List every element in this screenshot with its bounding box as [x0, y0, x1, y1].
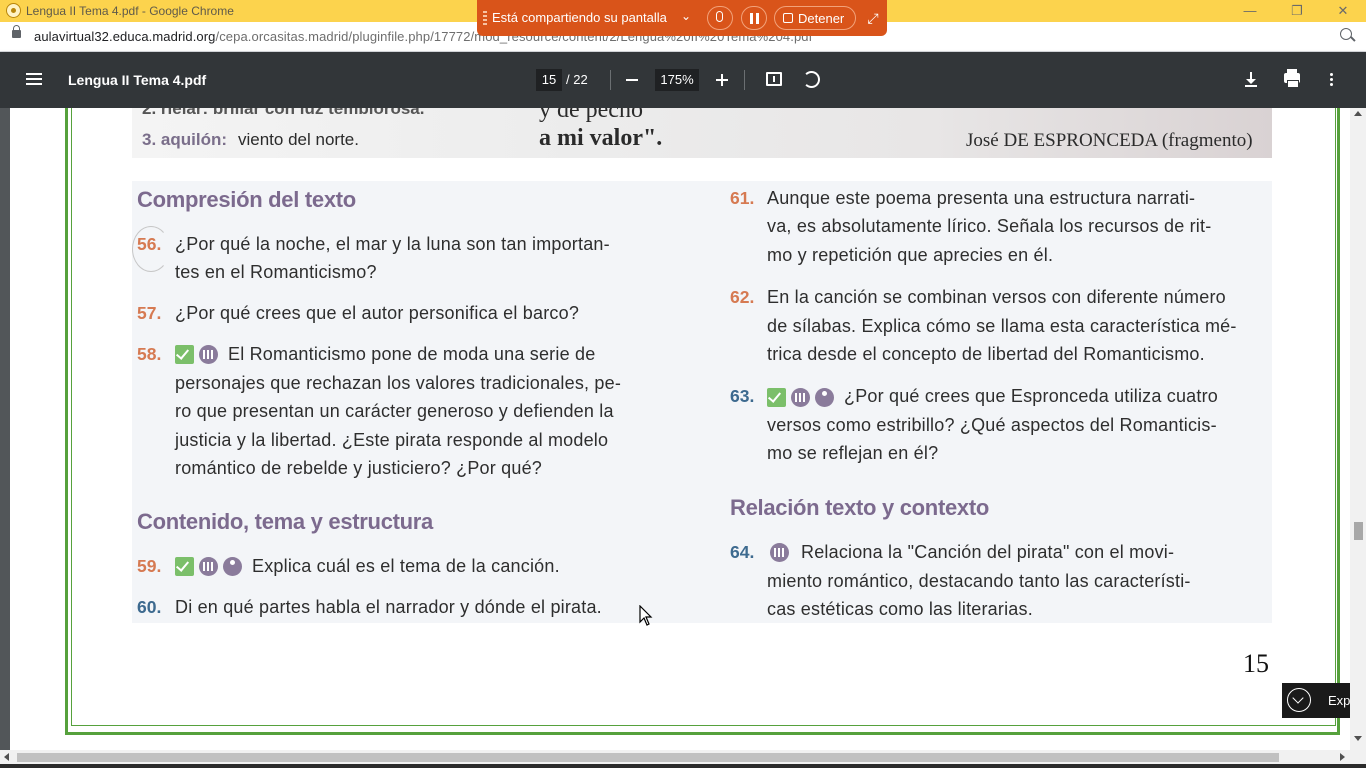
site-favicon-icon	[6, 3, 21, 18]
question-59-line-1: Explica cuál es el tema de la canción.	[252, 556, 560, 576]
question-58-number: 58.	[137, 344, 162, 364]
zoom-level-input[interactable]: 175%	[655, 69, 699, 91]
question-61-line-2: va, es absolutamente lírico. Señala los …	[767, 216, 1212, 236]
question-58-line-2: personajes que rechazan los valores trad…	[175, 373, 622, 393]
question-61-line-1: Aunque este poema presenta una estructur…	[767, 188, 1196, 208]
question-63-number: 63.	[730, 386, 755, 406]
question-56-number: 56.	[137, 234, 162, 254]
question-58-line-5: romántico de rebelde y justiciero? ¿Por …	[175, 458, 542, 478]
microphone-icon	[716, 11, 723, 22]
horizontal-scrollbar[interactable]	[0, 750, 1366, 764]
question-58-line-4: justicia y la libertad. ¿Este pirata res…	[175, 430, 609, 450]
pause-button[interactable]	[741, 6, 767, 30]
url-host: aulavirtual32.educa.madrid.org	[34, 29, 216, 44]
toolbar-divider	[610, 70, 611, 90]
menu-icon[interactable]	[26, 73, 42, 75]
footnote-3-text: viento del norte.	[238, 130, 359, 149]
question-62-line-3: trica desde el concepto de libertad del …	[767, 344, 1205, 364]
museum-icon	[770, 543, 789, 562]
question-60-line-1: Di en qué partes habla el narrador y dón…	[175, 597, 602, 617]
screen-share-bar: Está compartiendo su pantalla ⌄ Detener …	[477, 0, 887, 36]
footnote-3-term: 3. aquilón:	[142, 130, 227, 149]
pdf-viewer[interactable]: 2. rielar: brillar con luz temblorosa. 3…	[0, 108, 1350, 750]
stop-sharing-button[interactable]: Detener	[774, 6, 856, 30]
document-name: Lengua II Tema 4.pdf	[68, 72, 207, 88]
question-62-line-1: En la canción se combinan versos con dif…	[767, 287, 1226, 307]
poem-line-2: a mi valor".	[539, 125, 663, 151]
pdf-page: 2. rielar: brillar con luz temblorosa. 3…	[10, 108, 1350, 750]
pause-icon	[750, 13, 753, 24]
expand-icon[interactable]: ⤢	[863, 6, 883, 30]
toolbar-divider	[744, 70, 745, 90]
lock-icon[interactable]	[12, 25, 21, 38]
chevron-down-icon	[1287, 688, 1311, 712]
zoom-in-icon[interactable]	[716, 74, 728, 86]
section-heading-contenido: Contenido, tema y estructura	[137, 509, 433, 534]
close-button[interactable]: ✕	[1328, 2, 1358, 20]
question-64-line-1: Relaciona la "Canción del pirata" con el…	[801, 542, 1175, 562]
stop-label: Detener	[798, 11, 845, 26]
drag-handle-icon[interactable]	[483, 11, 487, 25]
question-62-line-2: de sílabas. Explica cómo se llama esta c…	[767, 316, 1237, 336]
page-total: / 22	[566, 72, 588, 87]
question-58-line-3: ro que presentan un carácter generoso y …	[175, 401, 614, 421]
taskbar-edge	[0, 764, 1366, 768]
checkmark-icon	[767, 388, 786, 407]
person-icon	[223, 557, 242, 576]
download-arrow-icon	[1246, 79, 1256, 84]
question-56-line-2: tes en el Romanticismo?	[175, 262, 377, 282]
question-56-line-1: ¿Por qué la noche, el mar y la luna son …	[175, 234, 610, 254]
scroll-left-arrow-icon[interactable]	[4, 753, 9, 761]
horizontal-scroll-thumb[interactable]	[17, 753, 1279, 762]
scroll-down-arrow-icon[interactable]	[1354, 736, 1362, 741]
more-options-icon[interactable]	[1330, 73, 1333, 76]
question-64-number: 64.	[730, 542, 755, 562]
question-64-line-2: miento romántico, destacando tanto las c…	[767, 571, 1191, 591]
section-heading-relacion: Relación texto y contexto	[730, 495, 990, 520]
question-63-line-1: ¿Por qué crees que Espronceda utiliza cu…	[844, 386, 1219, 406]
question-61-line-3: mo y repetición que aprecies en él.	[767, 245, 1054, 265]
restore-button[interactable]: ❐	[1282, 2, 1312, 20]
museum-icon	[791, 388, 810, 407]
fit-to-page-icon[interactable]	[766, 72, 782, 86]
share-status-text: Está compartiendo su pantalla	[492, 10, 667, 25]
museum-icon	[199, 345, 218, 364]
print-icon[interactable]	[1284, 69, 1300, 88]
poem-line-1: y de pecho	[539, 108, 643, 123]
poem-author: José DE ESPRONCEDA (fragmento)	[966, 130, 1253, 151]
person-icon	[815, 388, 834, 407]
question-62-number: 62.	[730, 287, 755, 307]
scroll-up-arrow-icon[interactable]	[1354, 111, 1362, 116]
question-57-number: 57.	[137, 303, 162, 323]
question-57-line-1: ¿Por qué crees que el autor personifica …	[175, 303, 580, 323]
question-63-line-2: versos como estribillo? ¿Qué aspectos de…	[767, 415, 1217, 435]
question-64-line-3: cas estéticas como las literarias.	[767, 599, 1033, 619]
question-58-line-1: El Romanticismo pone de moda una serie d…	[228, 344, 596, 364]
printed-page-number: 15	[1243, 649, 1269, 678]
zoom-icon[interactable]	[1340, 28, 1352, 40]
chevron-down-icon[interactable]: ⌄	[681, 9, 691, 23]
museum-icon	[199, 557, 218, 576]
zoom-out-icon[interactable]	[626, 79, 638, 81]
poem-banner: 2. rielar: brillar con luz temblorosa. 3…	[132, 108, 1272, 158]
checkmark-icon	[175, 557, 194, 576]
rotate-icon[interactable]	[803, 71, 820, 88]
stop-icon	[783, 13, 793, 23]
question-60-number: 60.	[137, 597, 162, 617]
minimize-button[interactable]: —	[1235, 2, 1265, 20]
pdf-toolbar: Lengua II Tema 4.pdf 15 / 22 175%	[0, 52, 1366, 108]
vertical-scroll-thumb[interactable]	[1354, 522, 1363, 540]
page-number-input[interactable]: 15	[536, 69, 562, 91]
question-61-number: 61.	[730, 188, 755, 208]
microphone-button[interactable]	[707, 6, 733, 30]
vertical-scrollbar[interactable]	[1350, 108, 1366, 750]
scroll-right-arrow-icon[interactable]	[1340, 753, 1345, 761]
footnote-2: 2. rielar: brillar con luz temblorosa.	[142, 108, 425, 118]
window-title: Lengua II Tema 4.pdf - Google Chrome	[26, 4, 234, 18]
section-heading-comprension: Compresión del texto	[137, 187, 356, 212]
checkmark-icon	[175, 345, 194, 364]
question-59-number: 59.	[137, 556, 162, 576]
question-63-line-3: mo se reflejan en él?	[767, 443, 939, 463]
